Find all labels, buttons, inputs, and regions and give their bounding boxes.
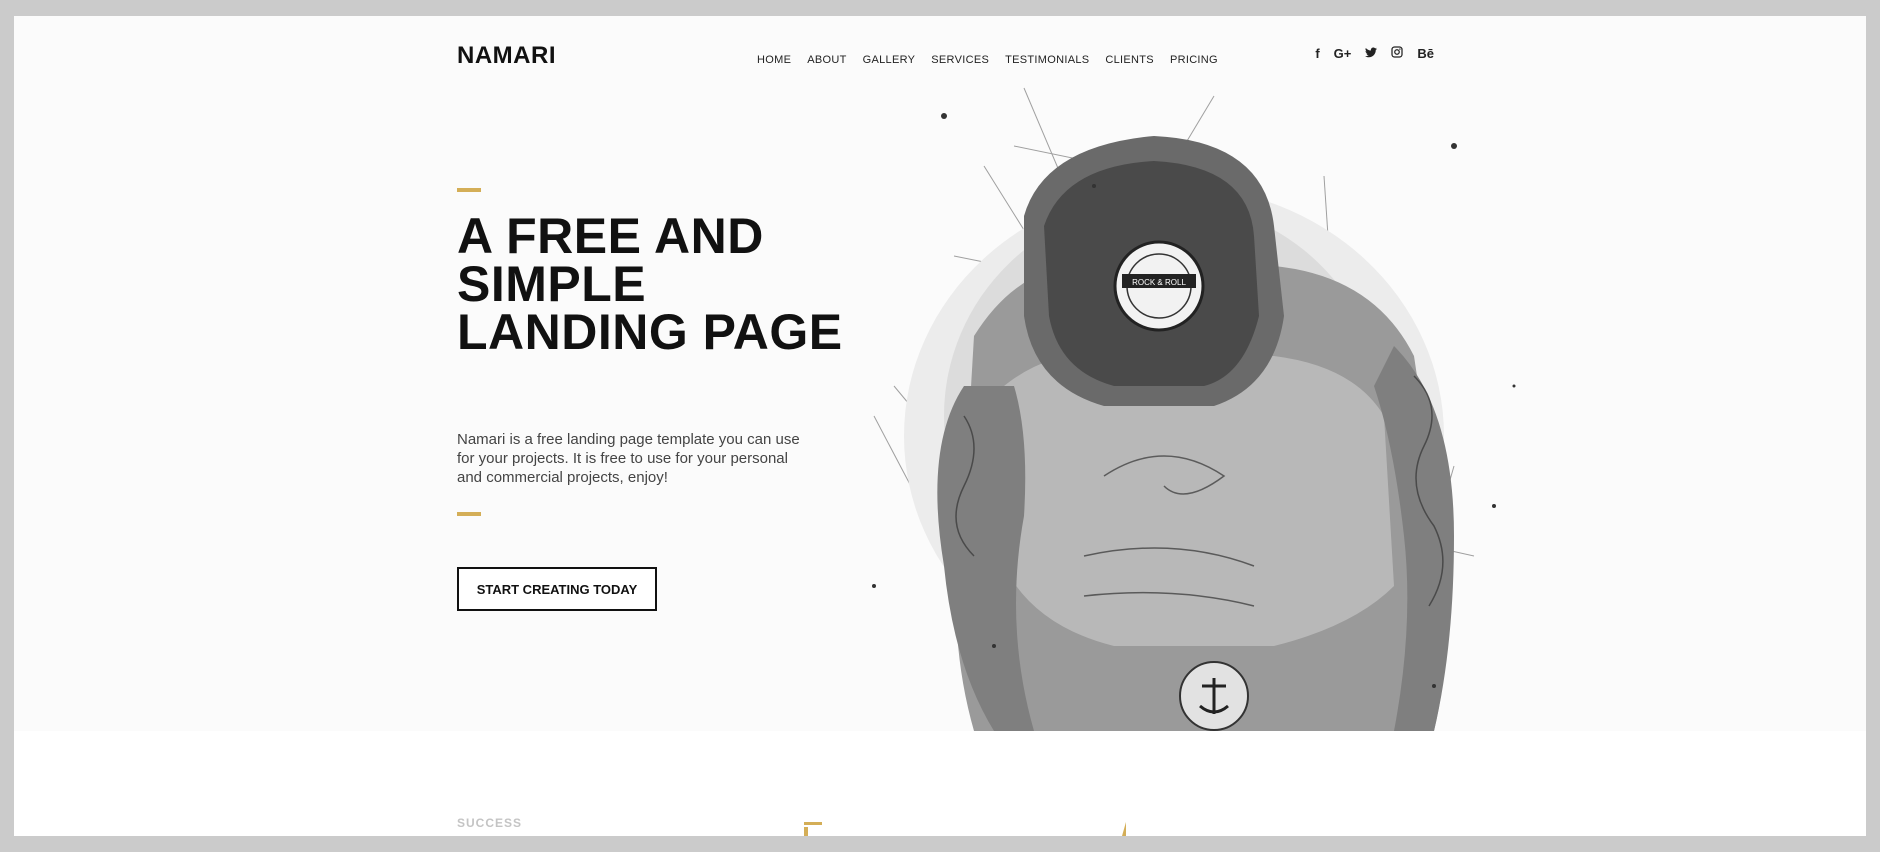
hero-headline: A FREE AND SIMPLE LANDING PAGE	[457, 208, 843, 360]
nav-home[interactable]: HOME	[757, 54, 791, 66]
svg-text:ROCK & ROLL: ROCK & ROLL	[1132, 278, 1186, 287]
feature-icon-2	[1122, 822, 1126, 836]
header-navbar: NAMARI HOME ABOUT GALLERY SERVICES TESTI…	[457, 42, 1434, 78]
section-label-success: SUCCESS	[457, 816, 523, 830]
nav-about[interactable]: ABOUT	[807, 54, 846, 66]
headline-accent-bar	[457, 188, 481, 192]
hero-section: NAMARI HOME ABOUT GALLERY SERVICES TESTI…	[14, 16, 1866, 731]
behance-icon[interactable]: Bē	[1417, 46, 1434, 61]
nav-testimonials[interactable]: TESTIMONIALS	[1005, 54, 1089, 66]
instagram-icon[interactable]	[1391, 46, 1403, 61]
social-links: f G+ Bē	[1315, 46, 1434, 61]
logo[interactable]: NAMARI	[457, 42, 556, 70]
nav-services[interactable]: SERVICES	[931, 54, 989, 66]
feature-icon	[804, 822, 822, 836]
google-plus-icon[interactable]: G+	[1334, 46, 1352, 61]
nav-menu: HOME ABOUT GALLERY SERVICES TESTIMONIALS…	[757, 50, 1218, 68]
description-accent-bar	[457, 512, 481, 516]
facebook-icon[interactable]: f	[1315, 46, 1319, 61]
nav-clients[interactable]: CLIENTS	[1105, 54, 1154, 66]
nav-pricing[interactable]: PRICING	[1170, 54, 1218, 66]
start-creating-button[interactable]: START CREATING TODAY	[457, 567, 657, 611]
hero-description: Namari is a free landing page template y…	[457, 431, 800, 486]
browser-viewport: NAMARI HOME ABOUT GALLERY SERVICES TESTI…	[14, 16, 1866, 836]
hero-illustration: ROCK & ROLL	[872, 87, 1516, 731]
nav-gallery[interactable]: GALLERY	[863, 54, 916, 66]
twitter-icon[interactable]	[1365, 46, 1378, 61]
